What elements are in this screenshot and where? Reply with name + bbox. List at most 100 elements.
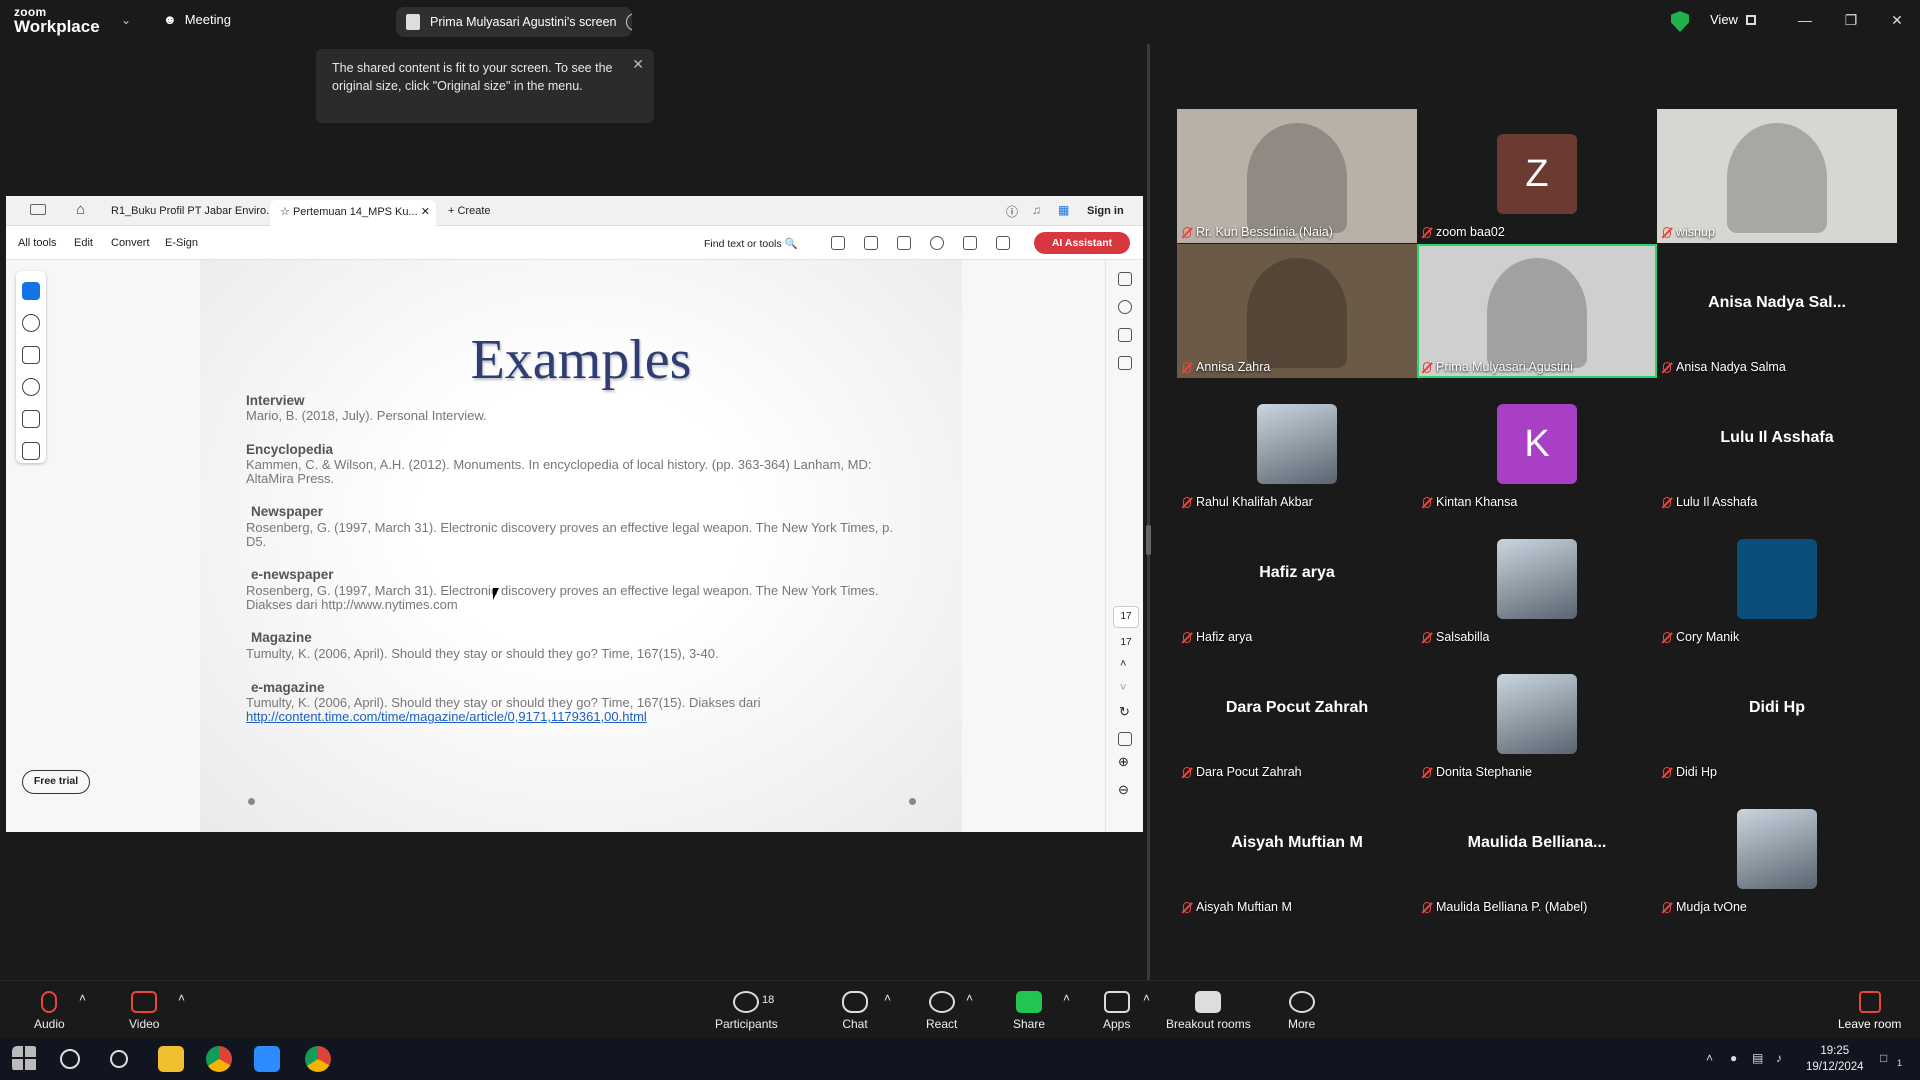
menu-esign[interactable]: E-Sign (165, 237, 198, 249)
participant-tile[interactable]: Maulida Belliana... Maulida Belliana P. (… (1417, 784, 1657, 918)
link-icon[interactable] (963, 236, 977, 250)
chevron-up-icon[interactable]: ˄ (1063, 991, 1070, 1005)
participant-tile[interactable]: Salsabilla (1417, 514, 1657, 648)
participant-tile[interactable]: Lulu Il Asshafa Lulu Il Asshafa (1657, 379, 1897, 513)
divider-handle[interactable] (1146, 525, 1151, 555)
chrome-icon[interactable] (206, 1046, 232, 1072)
minimize-icon[interactable]: — (1790, 8, 1820, 32)
close-icon[interactable]: ✕ (421, 205, 430, 218)
file-explorer-icon[interactable] (158, 1046, 184, 1072)
shared-screen-view[interactable]: ⌂ R1_Buku Profil PT Jabar Enviro... ☆ Pe… (6, 196, 1143, 832)
participant-tile[interactable]: Dara Pocut Zahrah Dara Pocut Zahrah (1177, 649, 1417, 783)
participant-tile[interactable]: Hafiz arya Hafiz arya (1177, 514, 1417, 648)
ai-overview-icon[interactable] (1118, 272, 1132, 286)
participant-tile[interactable]: K Kintan Khansa (1417, 379, 1657, 513)
bell-icon[interactable]: ♫ (1032, 203, 1041, 217)
comments-icon[interactable] (1118, 300, 1132, 314)
sign-icon[interactable] (22, 442, 40, 460)
video-button[interactable]: Video (129, 991, 159, 1031)
tab-pertemuan-14[interactable]: ☆ Pertemuan 14_MPS Ku... ✕ (270, 200, 436, 226)
audio-button[interactable]: Audio (34, 991, 65, 1031)
pen-icon[interactable] (22, 346, 40, 364)
menu-edit[interactable]: Edit (74, 237, 93, 249)
menu-all-tools[interactable]: All tools (18, 237, 57, 249)
restore-icon[interactable]: ❐ (1836, 8, 1866, 32)
shared-screen-pill[interactable]: Prima Mulyasari Agustini's screen ··· (396, 7, 632, 37)
chevron-up-icon[interactable]: ˄ (1120, 658, 1126, 670)
meeting-menu[interactable]: ☻ Meeting (163, 12, 231, 27)
star-icon[interactable]: ☆ (280, 206, 290, 218)
chevron-up-icon[interactable]: ˄ (966, 991, 973, 1005)
more-options-icon[interactable]: ··· (626, 13, 632, 31)
bookmark-icon[interactable] (1118, 328, 1132, 342)
page-settings-icon[interactable] (1118, 732, 1132, 746)
share-link-icon[interactable] (930, 236, 944, 250)
close-icon[interactable]: ✕ (632, 55, 644, 73)
participant-tile[interactable]: Rr. Kun Bessdinia (Naia) (1177, 109, 1417, 243)
comment-icon[interactable] (22, 314, 40, 332)
chat-button[interactable]: Chat (842, 991, 868, 1031)
chevron-down-icon[interactable]: ˅ (1120, 682, 1126, 694)
chrome-icon[interactable] (305, 1046, 331, 1072)
participant-tile[interactable]: Donita Stephanie (1417, 649, 1657, 783)
share-button[interactable]: Share (1013, 991, 1045, 1031)
help-icon[interactable]: ⓘ (1006, 203, 1018, 220)
tab-buku-profil[interactable]: R1_Buku Profil PT Jabar Enviro... (101, 200, 271, 226)
participant-tile[interactable]: Prima Mulyasari Agustini (1417, 244, 1657, 378)
zoom-workplace-logo[interactable]: zoom Workplace (14, 6, 100, 35)
lasso-icon[interactable] (22, 378, 40, 396)
chevron-up-icon[interactable]: ˄ (884, 991, 891, 1005)
chevron-down-icon[interactable]: ⌄ (121, 13, 131, 27)
home-icon[interactable]: ⌂ (76, 201, 85, 218)
participant-tile[interactable]: Zzoom baa02 (1417, 109, 1657, 243)
participant-tile[interactable]: Mudja tvOne (1657, 784, 1897, 918)
participant-tile[interactable]: Anisa Nadya Sal... Anisa Nadya Salma (1657, 244, 1897, 378)
email-icon[interactable] (996, 236, 1010, 250)
breakout-rooms-button[interactable]: Breakout rooms (1166, 991, 1251, 1031)
ref-link[interactable]: http://content.time.com/time/magazine/ar… (246, 710, 906, 724)
zoom-app-icon[interactable] (254, 1046, 280, 1072)
hand-tool-icon[interactable] (22, 282, 40, 300)
find-text-or-tools[interactable]: Find text or tools 🔍 (704, 237, 798, 250)
close-icon[interactable]: ✕ (1882, 8, 1912, 32)
save-icon[interactable] (831, 236, 845, 250)
encryption-shield-icon[interactable] (1671, 11, 1689, 32)
windows-start-icon[interactable] (12, 1046, 38, 1072)
leave-room-button[interactable]: Leave room (1838, 991, 1901, 1031)
chevron-up-icon[interactable]: ˄ (79, 991, 86, 1005)
apps-button[interactable]: Apps (1103, 991, 1130, 1031)
sign-in-link[interactable]: Sign in (1087, 205, 1124, 217)
chevron-up-icon[interactable]: ˄ (1706, 1051, 1713, 1065)
pages-icon[interactable] (1118, 356, 1132, 370)
zoom-in-icon[interactable]: ⊕ (1118, 754, 1129, 770)
network-icon[interactable]: ▤ (1752, 1051, 1763, 1065)
participant-tile[interactable]: Didi Hp Didi Hp (1657, 649, 1897, 783)
participant-tile[interactable]: wisnup (1657, 109, 1897, 243)
participant-tile[interactable]: Rahul Khalifah Akbar (1177, 379, 1417, 513)
task-view-icon[interactable] (110, 1050, 128, 1068)
participant-tile[interactable]: Cory Manik (1657, 514, 1897, 648)
sidebar-toggle-icon[interactable] (30, 204, 46, 215)
volume-icon[interactable]: ♪ (1776, 1051, 1782, 1065)
more-button[interactable]: More (1288, 991, 1315, 1031)
chevron-up-icon[interactable]: ˄ (1143, 991, 1150, 1005)
search-icon[interactable] (60, 1049, 80, 1069)
menu-convert[interactable]: Convert (111, 237, 150, 249)
rotate-icon[interactable]: ↻ (1119, 704, 1130, 720)
ai-assistant-button[interactable]: AI Assistant (1034, 232, 1130, 254)
text-select-icon[interactable] (22, 410, 40, 428)
notification-icon[interactable]: □ (1880, 1051, 1887, 1065)
zoom-out-icon[interactable]: ⊖ (1118, 782, 1129, 798)
view-button[interactable]: View (1710, 12, 1756, 27)
microphone-icon[interactable]: ● (1730, 1051, 1737, 1065)
upload-icon[interactable] (864, 236, 878, 250)
chevron-up-icon[interactable]: ˄ (178, 991, 185, 1005)
participant-tile[interactable]: Aisyah Muftian M Aisyah Muftian M (1177, 784, 1417, 918)
split-divider[interactable] (1147, 44, 1150, 980)
page-number-input[interactable]: 17 (1113, 606, 1139, 628)
apps-grid-icon[interactable]: ▦ (1058, 203, 1069, 217)
print-icon[interactable] (897, 236, 911, 250)
react-button[interactable]: React (926, 991, 957, 1031)
system-clock[interactable]: 19:25 19/12/2024 (1806, 1043, 1864, 1075)
create-tab[interactable]: + Create (438, 200, 501, 226)
